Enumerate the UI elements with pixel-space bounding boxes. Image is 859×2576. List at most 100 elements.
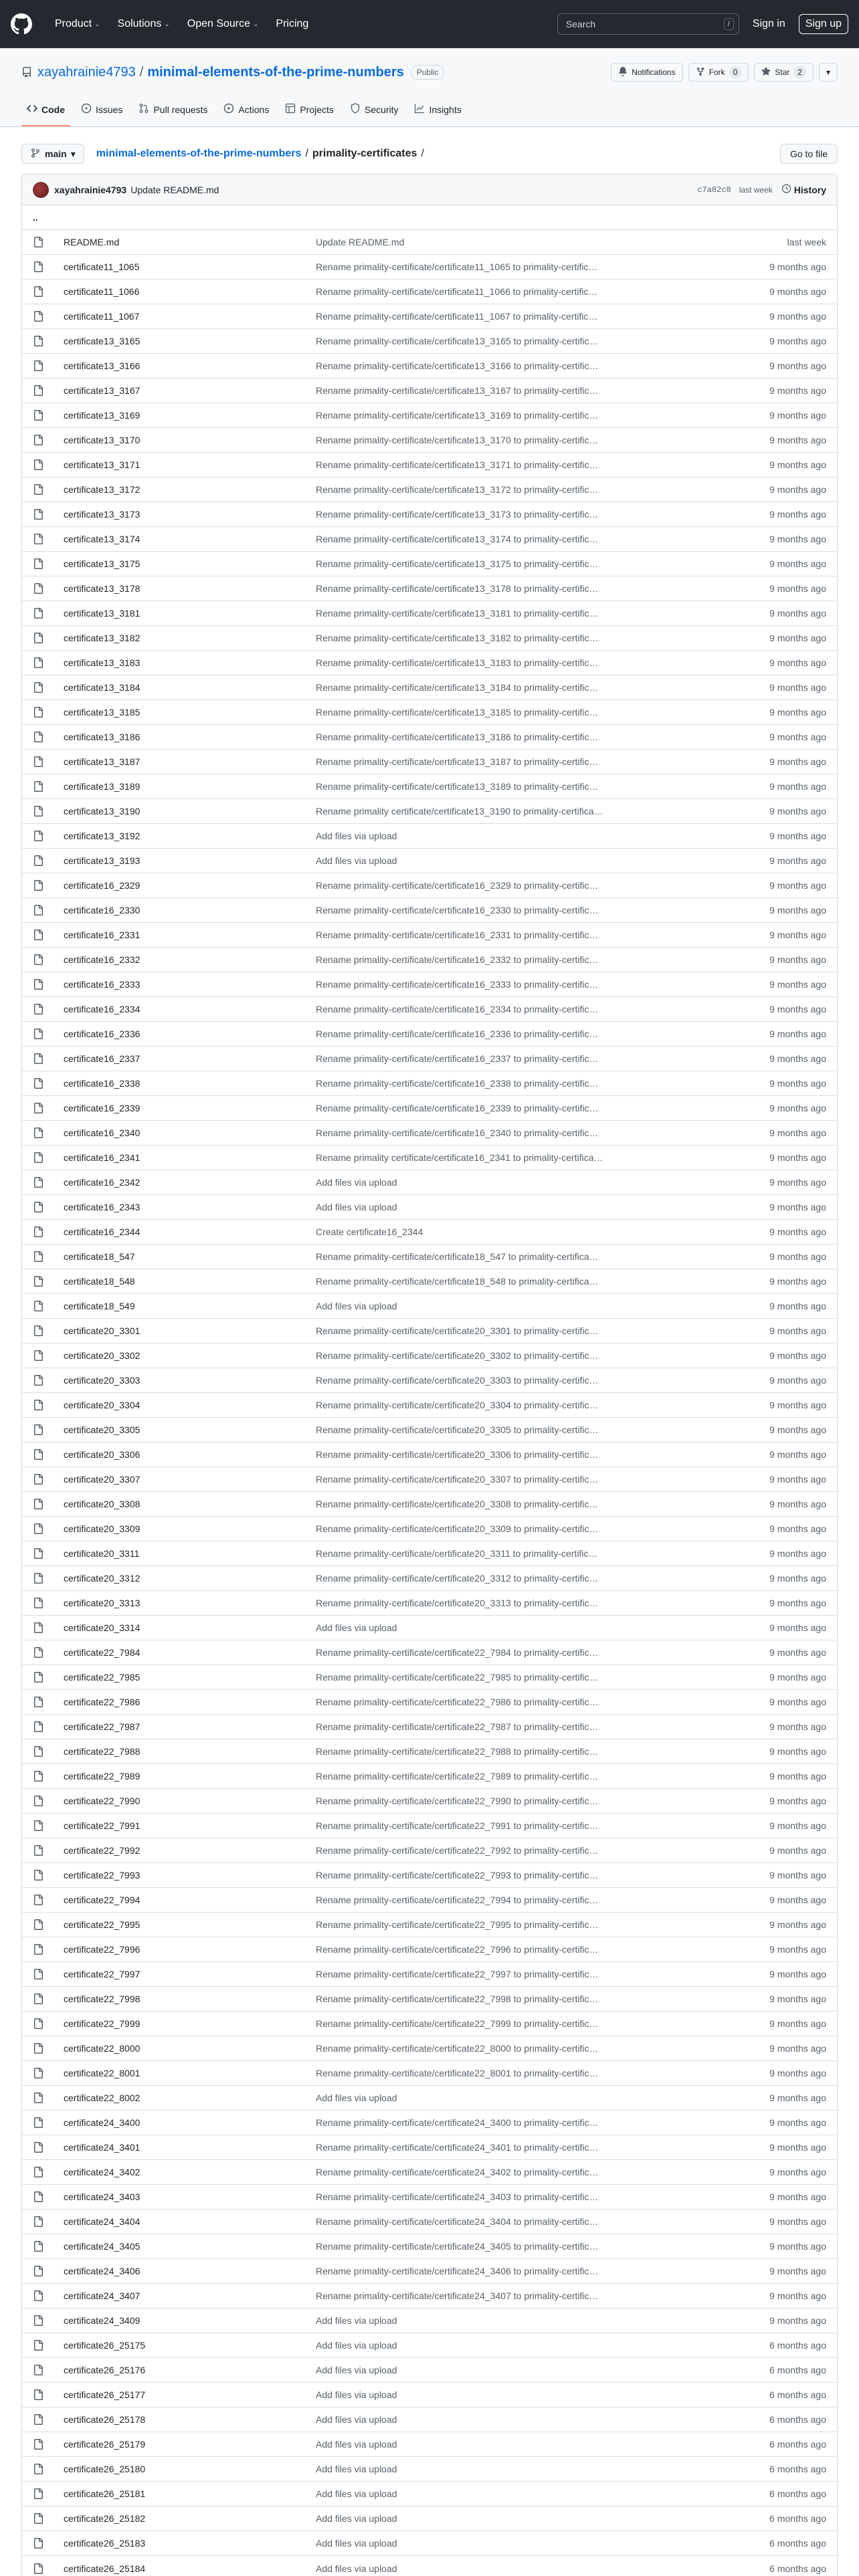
parent-directory-link[interactable]: .. (22, 205, 837, 230)
file-name-link[interactable]: certificate16_2342 (64, 1177, 316, 1188)
file-name-link[interactable]: certificate13_3181 (64, 608, 316, 619)
file-commit-message-link[interactable]: Update README.md (316, 237, 746, 247)
file-commit-message-link[interactable]: Rename primality-certificate/certificate… (316, 1499, 746, 1509)
file-name-link[interactable]: certificate26_25183 (64, 2538, 316, 2549)
file-name-link[interactable]: certificate24_3402 (64, 2167, 316, 2177)
file-commit-message-link[interactable]: Add files via upload (316, 2315, 746, 2326)
file-commit-message-link[interactable]: Rename primality-certificate/certificate… (316, 1771, 746, 1782)
file-commit-message-link[interactable]: Rename primality-certificate/certificate… (316, 509, 746, 520)
file-commit-message-link[interactable]: Rename primality-certificate/certificate… (316, 756, 746, 767)
file-commit-message-link[interactable]: Rename primality-certificate/certificate… (316, 311, 746, 322)
notifications-button[interactable]: Notifications (611, 63, 683, 82)
file-name-link[interactable]: certificate13_3185 (64, 707, 316, 718)
file-name-link[interactable]: certificate22_8000 (64, 2043, 316, 2054)
nav-solutions[interactable]: Solutions ⌄ (111, 13, 177, 35)
file-commit-message-link[interactable]: Rename primality-certificate/certificate… (316, 1325, 746, 1336)
file-commit-message-link[interactable]: Rename primality-certificate/certificate… (316, 1276, 746, 1287)
tab-insights[interactable]: Insights (409, 96, 466, 126)
file-commit-message-link[interactable]: Rename primality-certificate/certificate… (316, 1721, 746, 1732)
file-name-link[interactable]: certificate13_3193 (64, 855, 316, 866)
file-commit-message-link[interactable]: Rename primality-certificate/certificate… (316, 558, 746, 569)
file-commit-message-link[interactable]: Add files via upload (316, 2092, 746, 2103)
file-name-link[interactable]: certificate20_3308 (64, 1499, 316, 1509)
file-name-link[interactable]: certificate13_3187 (64, 756, 316, 767)
file-name-link[interactable]: certificate13_3175 (64, 558, 316, 569)
file-commit-message-link[interactable]: Rename primality-certificate/certificate… (316, 2068, 746, 2078)
file-name-link[interactable]: certificate11_1065 (64, 261, 316, 272)
file-name-link[interactable]: certificate16_2336 (64, 1029, 316, 1039)
file-commit-message-link[interactable]: Rename primality-certificate/certificate… (316, 1870, 746, 1881)
file-name-link[interactable]: certificate13_3184 (64, 682, 316, 693)
history-link[interactable]: History (781, 183, 826, 196)
nav-pricing[interactable]: Pricing (269, 13, 315, 35)
file-commit-message-link[interactable]: Add files via upload (316, 1622, 746, 1633)
tab-code[interactable]: Code (21, 96, 70, 126)
file-name-link[interactable]: certificate18_547 (64, 1251, 316, 1262)
file-name-link[interactable]: certificate16_2338 (64, 1078, 316, 1089)
file-commit-message-link[interactable]: Add files via upload (316, 2538, 746, 2549)
file-commit-message-link[interactable]: Add files via upload (316, 855, 746, 866)
file-name-link[interactable]: certificate22_7995 (64, 1919, 316, 1930)
file-name-link[interactable]: certificate20_3302 (64, 1350, 316, 1361)
file-name-link[interactable]: certificate16_2330 (64, 905, 316, 916)
file-commit-message-link[interactable]: Rename primality-certificate/certificate… (316, 880, 746, 891)
file-name-link[interactable]: certificate22_7992 (64, 1845, 316, 1856)
file-commit-message-link[interactable]: Rename primality-certificate/certificate… (316, 1647, 746, 1658)
file-name-link[interactable]: certificate22_7990 (64, 1796, 316, 1806)
sign-up-button[interactable]: Sign up (798, 14, 848, 34)
repo-name-link[interactable]: minimal-elements-of-the-prime-numbers (147, 65, 403, 80)
file-name-link[interactable]: certificate22_7994 (64, 1895, 316, 1905)
fork-button[interactable]: Fork 0 (688, 63, 749, 82)
file-name-link[interactable]: certificate13_3182 (64, 633, 316, 643)
file-commit-message-link[interactable]: Rename primality-certificate/certificate… (316, 682, 746, 693)
file-commit-message-link[interactable]: Rename primality-certificate/certificate… (316, 1004, 746, 1014)
file-commit-message-link[interactable]: Add files via upload (316, 1177, 746, 1188)
file-commit-message-link[interactable]: Add files via upload (316, 1202, 746, 1212)
avatar[interactable] (33, 181, 49, 198)
file-commit-message-link[interactable]: Add files via upload (316, 2365, 746, 2375)
commit-message-link[interactable]: Update README.md (130, 185, 219, 195)
file-name-link[interactable]: certificate13_3174 (64, 534, 316, 544)
file-commit-message-link[interactable]: Add files via upload (316, 2563, 746, 2574)
file-commit-message-link[interactable]: Add files via upload (316, 2414, 746, 2425)
file-name-link[interactable]: certificate26_25182 (64, 2513, 316, 2524)
nav-product[interactable]: Product ⌄ (48, 13, 107, 35)
file-name-link[interactable]: certificate13_3183 (64, 657, 316, 668)
file-name-link[interactable]: certificate20_3301 (64, 1325, 316, 1336)
file-name-link[interactable]: certificate20_3314 (64, 1622, 316, 1633)
tab-actions[interactable]: Actions (218, 96, 274, 126)
file-name-link[interactable]: certificate13_3173 (64, 509, 316, 520)
file-commit-message-link[interactable]: Rename primality-certificate/certificate… (316, 1895, 746, 1905)
file-name-link[interactable]: certificate13_3170 (64, 435, 316, 445)
file-name-link[interactable]: certificate13_3190 (64, 806, 316, 817)
file-commit-message-link[interactable]: Rename primality-certificate/certificate… (316, 410, 746, 421)
file-name-link[interactable]: certificate24_3409 (64, 2315, 316, 2326)
repo-owner-link[interactable]: xayahrainie4793 (37, 65, 136, 80)
file-name-link[interactable]: certificate22_7987 (64, 1721, 316, 1732)
file-commit-message-link[interactable]: Rename primality-certificate/certificate… (316, 1474, 746, 1485)
file-name-link[interactable]: certificate22_7996 (64, 1944, 316, 1955)
file-commit-message-link[interactable]: Rename primality-certificate/certificate… (316, 1350, 746, 1361)
search-input[interactable] (557, 13, 739, 35)
file-name-link[interactable]: certificate13_3171 (64, 459, 316, 470)
branch-select-button[interactable]: main ▾ (21, 144, 84, 164)
file-name-link[interactable]: certificate16_2329 (64, 880, 316, 891)
file-commit-message-link[interactable]: Rename primality-certificate/certificate… (316, 2216, 746, 2227)
file-commit-message-link[interactable]: Add files via upload (316, 2439, 746, 2450)
file-commit-message-link[interactable]: Rename primality-certificate/certificate… (316, 1969, 746, 1979)
file-commit-message-link[interactable]: Rename primality-certificate/certificate… (316, 534, 746, 544)
file-name-link[interactable]: certificate11_1067 (64, 311, 316, 322)
file-commit-message-link[interactable]: Add files via upload (316, 2340, 746, 2351)
file-name-link[interactable]: certificate16_2332 (64, 954, 316, 965)
file-name-link[interactable]: certificate22_7984 (64, 1647, 316, 1658)
file-name-link[interactable]: certificate22_7985 (64, 1672, 316, 1683)
file-commit-message-link[interactable]: Rename primality-certificate/certificate… (316, 954, 746, 965)
file-name-link[interactable]: certificate24_3401 (64, 2142, 316, 2153)
file-commit-message-link[interactable]: Rename primality-certificate/certificate… (316, 1128, 746, 1138)
file-commit-message-link[interactable]: Rename primality-certificate/certificate… (316, 2043, 746, 2054)
file-commit-message-link[interactable]: Rename primality-certificate/certificate… (316, 1400, 746, 1410)
file-commit-message-link[interactable]: Rename primality-certificate/certificate… (316, 1697, 746, 1707)
file-commit-message-link[interactable]: Rename primality-certificate/certificate… (316, 1820, 746, 1831)
file-name-link[interactable]: certificate11_1066 (64, 286, 316, 297)
file-commit-message-link[interactable]: Rename primality-certificate/certificate… (316, 2266, 746, 2276)
